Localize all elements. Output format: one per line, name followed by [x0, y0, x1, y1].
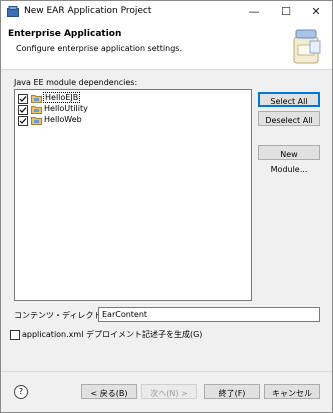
module-label: HelloUtility — [44, 104, 88, 113]
module-label: HelloWeb — [44, 115, 82, 124]
project-folder-icon — [31, 106, 42, 114]
list-item[interactable]: HelloWeb — [18, 115, 218, 127]
checkmark-icon — [19, 107, 27, 113]
module-checkbox[interactable] — [18, 116, 28, 126]
window-title: New EAR Application Project — [24, 6, 152, 16]
jar-banner-icon — [293, 29, 321, 64]
generate-xml-label: application.xml デプロイメント記述子を生成(G) — [22, 330, 203, 339]
footer-separator — [1, 371, 332, 372]
minimize-button[interactable]: — — [239, 3, 269, 21]
next-button[interactable]: 次へ(N) > — [141, 384, 197, 399]
back-button[interactable]: < 戻る(B) — [81, 384, 137, 399]
module-label: HelloEJB — [43, 92, 81, 103]
cancel-button[interactable]: キャンセル — [264, 384, 320, 399]
page-title: Enterprise Application — [8, 29, 122, 39]
checkmark-icon — [19, 96, 27, 102]
project-folder-icon — [31, 95, 42, 103]
page-description: Configure enterprise application setting… — [16, 44, 182, 53]
generate-xml-checkbox[interactable] — [10, 330, 20, 340]
dialog-window: New EAR Application Project — ☐ ✕ Enterp… — [0, 0, 333, 413]
wizard-header: Enterprise Application Configure enterpr… — [1, 23, 332, 70]
new-module-button[interactable]: New Module... — [258, 145, 320, 174]
module-list: HelloEJB HelloUtility HelloWeb — [14, 89, 252, 301]
content-directory-input[interactable]: EarContent — [98, 307, 320, 322]
select-all-button[interactable]: Select All — [258, 92, 320, 107]
maximize-button[interactable]: ☐ — [271, 3, 301, 21]
module-checkbox[interactable] — [18, 105, 28, 115]
deselect-all-button[interactable]: Deselect All — [258, 111, 320, 126]
project-folder-icon — [31, 117, 42, 125]
checkmark-icon — [19, 118, 27, 124]
title-bar: New EAR Application Project — ☐ ✕ — [1, 1, 332, 23]
modules-label: Java EE module dependencies: — [14, 78, 138, 87]
finish-button[interactable]: 終了(F) — [204, 384, 260, 399]
eclipse-app-icon — [7, 6, 19, 17]
close-button[interactable]: ✕ — [301, 3, 331, 21]
module-checkbox[interactable] — [18, 94, 28, 104]
help-icon[interactable]: ? — [14, 385, 28, 399]
